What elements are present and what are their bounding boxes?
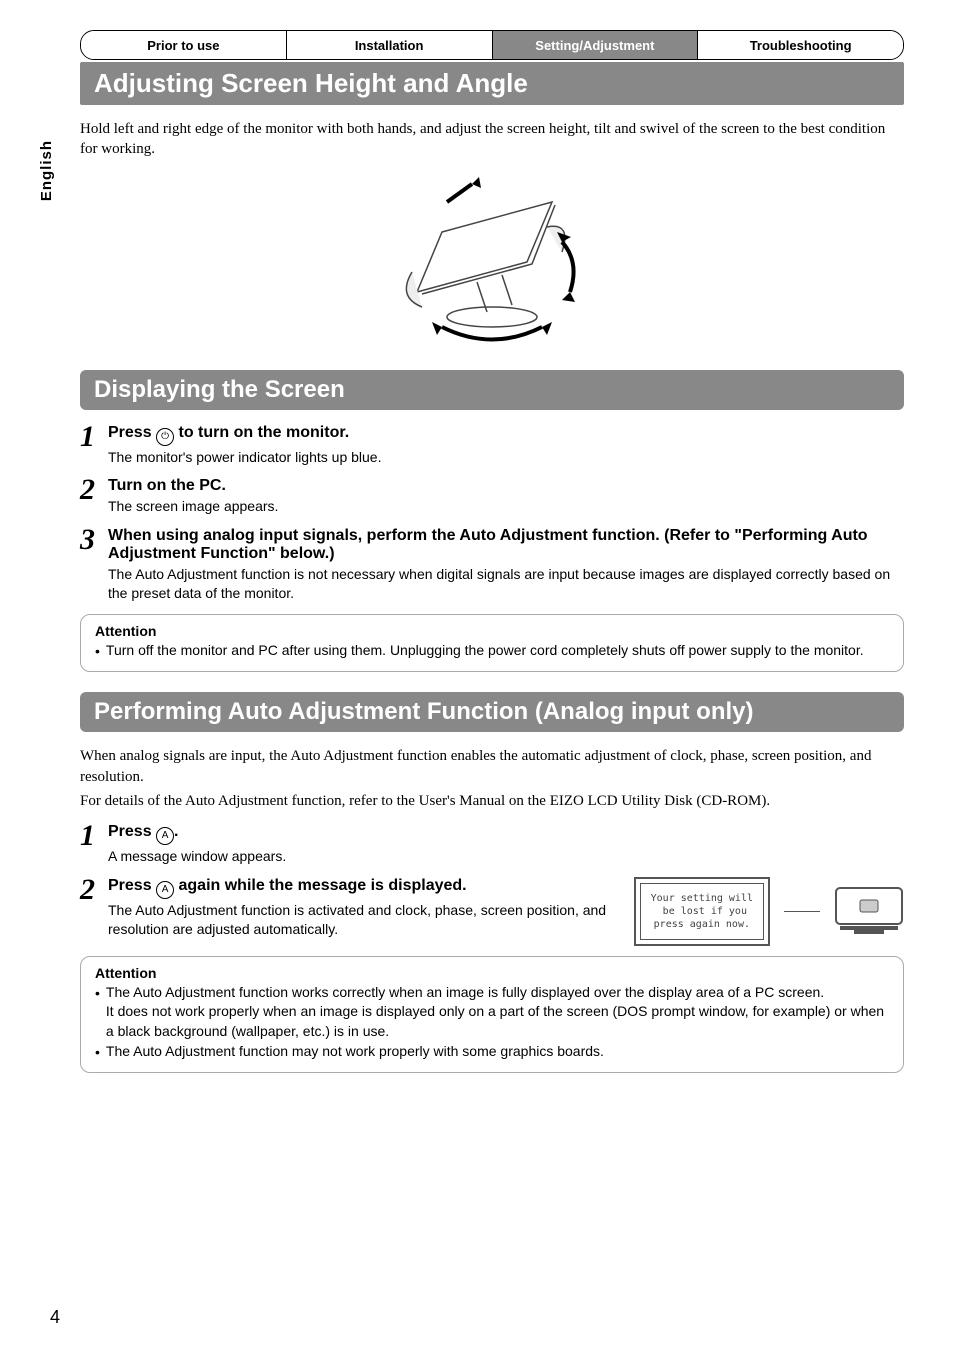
attention-text: The Auto Adjustment function works corre… <box>106 983 889 1003</box>
attention-title: Attention <box>95 623 889 639</box>
tab-setting-adjustment: Setting/Adjustment <box>493 31 699 59</box>
text: Press <box>108 424 156 441</box>
page-title: Adjusting Screen Height and Angle <box>80 62 904 105</box>
bullet-icon: • <box>95 984 100 1004</box>
a-button-icon: A <box>156 827 174 845</box>
bullet-icon: • <box>95 642 100 662</box>
step-number: 1 <box>80 422 108 452</box>
step-title: When using analog input signals, perform… <box>108 527 904 563</box>
intro-text: Hold left and right edge of the monitor … <box>80 119 904 160</box>
monitor-adjust-illustration <box>80 172 904 342</box>
attention-text: The Auto Adjustment function may not wor… <box>106 1042 604 1062</box>
step-title: Press A. <box>108 823 904 845</box>
tab-label: Troubleshooting <box>750 38 852 53</box>
message-figure: Your setting will be lost if you press a… <box>634 877 904 946</box>
section2-intro1: When analog signals are input, the Auto … <box>80 746 904 787</box>
text: to turn on the monitor. <box>174 424 349 441</box>
step-desc: The monitor's power indicator lights up … <box>108 448 904 468</box>
page-number: 4 <box>50 1307 60 1328</box>
step-2b: 2 Press A again while the message is dis… <box>80 877 904 946</box>
text: Press <box>108 877 156 894</box>
bullet-icon: • <box>95 1043 100 1063</box>
tab-label: Prior to use <box>147 38 219 53</box>
monitor-mini-icon <box>834 886 904 936</box>
tab-label: Installation <box>355 38 424 53</box>
tab-prior-to-use: Prior to use <box>81 31 287 59</box>
attention-box: Attention • Turn off the monitor and PC … <box>80 614 904 673</box>
attention-text: It does not work properly when an image … <box>106 1002 889 1041</box>
step-number: 2 <box>80 875 108 905</box>
step-1: 1 Press ⏻ to turn on the monitor. The mo… <box>80 424 904 468</box>
attention-text: Turn off the monitor and PC after using … <box>106 641 864 661</box>
tab-troubleshooting: Troubleshooting <box>698 31 903 59</box>
a-button-icon: A <box>156 881 174 899</box>
step-3: 3 When using analog input signals, perfo… <box>80 527 904 604</box>
step-number: 1 <box>80 821 108 851</box>
step-desc: The screen image appears. <box>108 497 904 517</box>
attention-box-2: Attention • The Auto Adjustment function… <box>80 956 904 1073</box>
step-title: Turn on the PC. <box>108 477 904 495</box>
message-text: Your setting will be lost if you press a… <box>640 883 764 940</box>
attention-title: Attention <box>95 965 889 981</box>
language-tab: English <box>38 140 55 201</box>
tab-bar: Prior to use Installation Setting/Adjust… <box>80 30 904 60</box>
step-2: 2 Turn on the PC. The screen image appea… <box>80 477 904 517</box>
tab-label: Setting/Adjustment <box>535 38 654 53</box>
power-icon: ⏻ <box>156 428 174 446</box>
text: . <box>174 823 178 840</box>
step-desc: The Auto Adjustment function is not nece… <box>108 565 904 604</box>
section-auto-adjustment: Performing Auto Adjustment Function (Ana… <box>80 692 904 732</box>
step-number: 3 <box>80 525 108 555</box>
section2-intro2: For details of the Auto Adjustment funct… <box>80 791 904 811</box>
section-displaying-screen: Displaying the Screen <box>80 370 904 410</box>
tab-installation: Installation <box>287 31 493 59</box>
step-title: Press A again while the message is displ… <box>108 877 618 899</box>
step-title: Press ⏻ to turn on the monitor. <box>108 424 904 446</box>
text: again while the message is displayed. <box>174 877 467 894</box>
step-number: 2 <box>80 475 108 505</box>
text: Press <box>108 823 156 840</box>
connector-line <box>784 911 820 913</box>
step-desc: The Auto Adjustment function is activate… <box>108 901 618 940</box>
step-desc: A message window appears. <box>108 847 904 867</box>
message-window: Your setting will be lost if you press a… <box>634 877 770 946</box>
step-1b: 1 Press A. A message window appears. <box>80 823 904 867</box>
